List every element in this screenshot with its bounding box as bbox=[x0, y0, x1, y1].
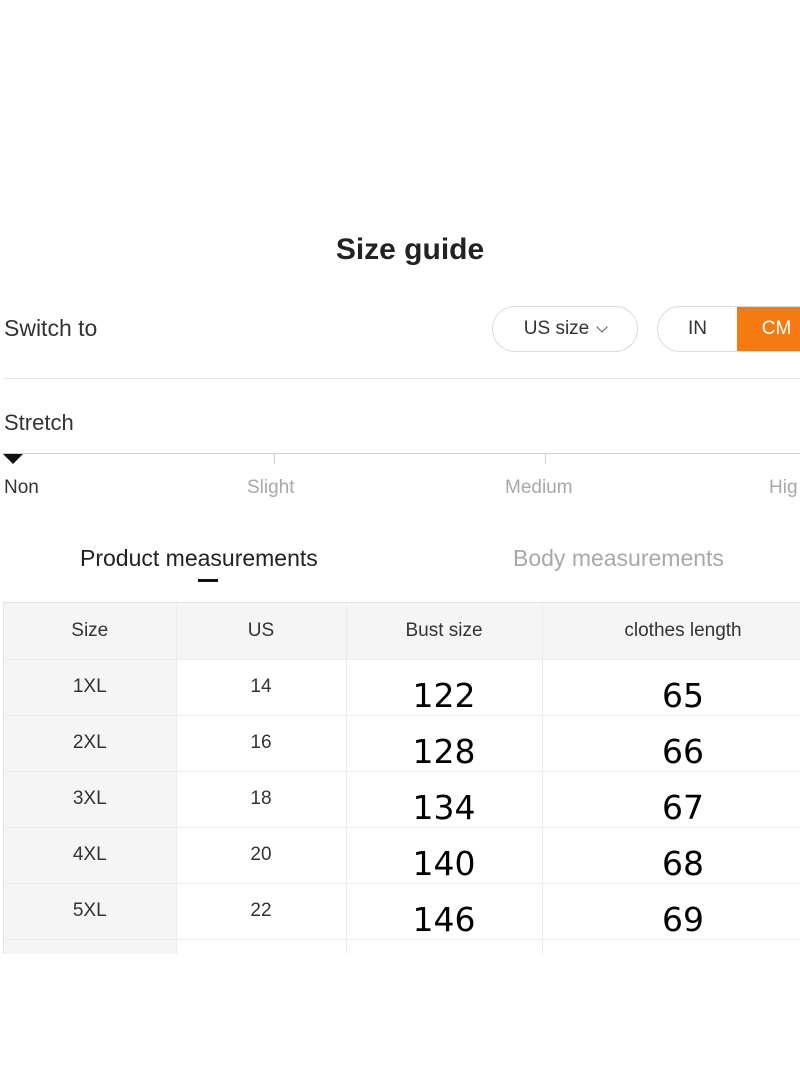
cell-size: 1XL bbox=[4, 659, 177, 716]
table-row: 2XL 16 128 66 bbox=[4, 715, 800, 772]
stretch-tick bbox=[545, 453, 546, 464]
stretch-label: Stretch bbox=[4, 410, 74, 435]
section-divider bbox=[3, 378, 800, 379]
tab-body-measurements[interactable]: Body measurements bbox=[513, 545, 724, 572]
active-tab-indicator bbox=[198, 579, 218, 582]
table-header-row: Size US Bust size clothes length bbox=[4, 603, 800, 660]
header-size: Size bbox=[4, 603, 177, 660]
cell-bust: 140 bbox=[346, 827, 543, 884]
cell-us: 20 bbox=[176, 827, 347, 884]
cell-us: 18 bbox=[176, 771, 347, 828]
stretch-level-slight: Slight bbox=[247, 477, 295, 498]
size-table: Size US Bust size clothes length 1XL 14 … bbox=[4, 603, 800, 954]
chevron-down-icon bbox=[596, 320, 608, 333]
header-clothes-length: clothes length bbox=[542, 603, 800, 660]
cell-bust: 134 bbox=[346, 771, 543, 828]
cell-length: 65 bbox=[542, 659, 800, 716]
stretch-level-high: Hig bbox=[769, 477, 798, 498]
cell-us bbox=[176, 939, 347, 954]
cell-bust bbox=[346, 939, 543, 954]
table-row-partial bbox=[4, 939, 800, 954]
cell-size: 4XL bbox=[4, 827, 177, 884]
table-row: 1XL 14 122 65 bbox=[4, 659, 800, 716]
triangle-down-icon bbox=[3, 454, 23, 464]
cell-length: 69 bbox=[542, 883, 800, 940]
stretch-tick bbox=[274, 453, 275, 464]
cell-bust: 146 bbox=[346, 883, 543, 940]
cell-size: 3XL bbox=[4, 771, 177, 828]
cell-bust: 122 bbox=[346, 659, 543, 716]
tab-product-measurements[interactable]: Product measurements bbox=[80, 545, 318, 572]
cell-us: 14 bbox=[176, 659, 347, 716]
stretch-level-medium: Medium bbox=[505, 477, 573, 498]
cell-size: 2XL bbox=[4, 715, 177, 772]
cell-length: 66 bbox=[542, 715, 800, 772]
table-row: 3XL 18 134 67 bbox=[4, 771, 800, 828]
size-table-container[interactable]: Size US Bust size clothes length 1XL 14 … bbox=[3, 602, 800, 954]
header-us: US bbox=[176, 603, 347, 660]
unit-button-cm[interactable]: CM bbox=[737, 307, 800, 351]
unit-toggle: IN CM bbox=[657, 306, 800, 352]
cell-length: 67 bbox=[542, 771, 800, 828]
cell-size: 5XL bbox=[4, 883, 177, 940]
header-bust-size: Bust size bbox=[346, 603, 543, 660]
cell-us: 16 bbox=[176, 715, 347, 772]
size-system-label: US size bbox=[523, 318, 590, 339]
page-title: Size guide bbox=[335, 233, 485, 266]
table-row: 5XL 22 146 69 bbox=[4, 883, 800, 940]
cell-us: 22 bbox=[176, 883, 347, 940]
size-system-dropdown[interactable]: US size bbox=[492, 306, 638, 352]
unit-button-in[interactable]: IN bbox=[658, 307, 737, 351]
stretch-level-non: Non bbox=[4, 477, 39, 498]
switch-label: Switch to bbox=[4, 315, 98, 341]
cell-length: 68 bbox=[542, 827, 800, 884]
table-row: 4XL 20 140 68 bbox=[4, 827, 800, 884]
cell-bust: 128 bbox=[346, 715, 543, 772]
cell-size bbox=[4, 939, 177, 954]
cell-length bbox=[542, 939, 800, 954]
stretch-scale-line bbox=[3, 453, 800, 454]
